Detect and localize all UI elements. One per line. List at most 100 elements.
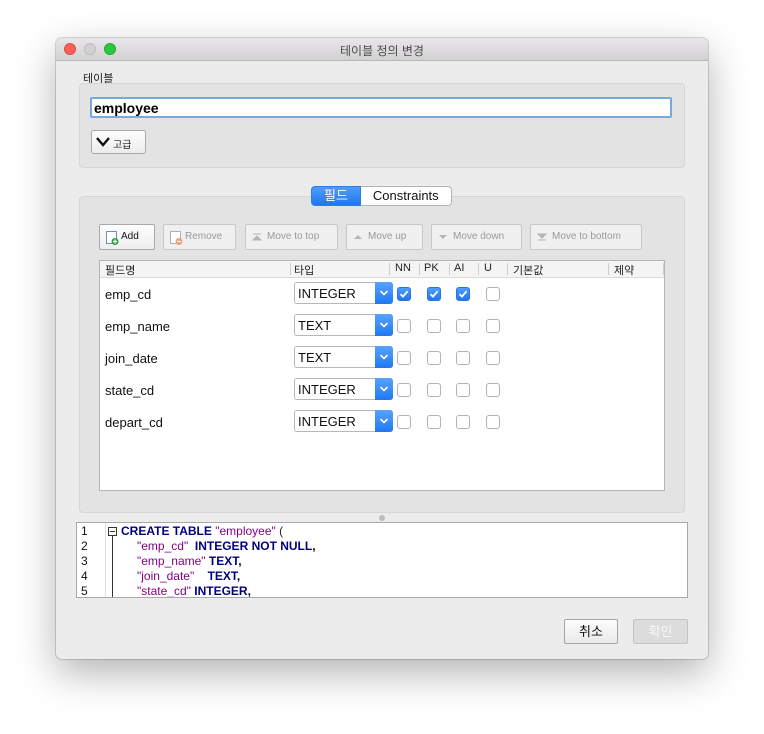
add-field-label: Add (121, 231, 139, 242)
field-type-select[interactable]: INTEGER (294, 378, 393, 400)
table-definition-dialog: 테이블 정의 변경 테이블 employee 고급 필드 Constraints… (56, 38, 708, 659)
advanced-toggle-button[interactable]: 고급 (91, 130, 146, 154)
field-name-cell[interactable]: join_date (105, 351, 158, 366)
field-name-cell[interactable]: emp_cd (105, 287, 151, 302)
field-type-select[interactable]: TEXT (294, 346, 393, 368)
column-header-default[interactable]: 기본값 (513, 262, 543, 278)
ai-checkbox[interactable] (456, 287, 470, 301)
chevron-down-icon (375, 410, 393, 432)
sql-line-2: "emp_cd" INTEGER NOT NULL, (137, 539, 316, 553)
line-number-gutter: 1 2 3 4 5 (77, 523, 106, 597)
splitter-handle[interactable] (379, 515, 385, 521)
column-header-ai[interactable]: AI (454, 262, 464, 274)
line-number: 5 (81, 584, 88, 598)
chevron-down-icon (375, 282, 393, 304)
field-type-select[interactable]: INTEGER (294, 282, 393, 304)
ai-checkbox[interactable] (456, 351, 470, 365)
field-type-value: TEXT (298, 350, 332, 365)
sql-line-3: "emp_name" TEXT, (137, 554, 242, 568)
checkmark-icon (399, 290, 409, 298)
field-type-value: INTEGER (298, 382, 356, 397)
nn-checkbox[interactable] (397, 415, 411, 429)
move-to-top-label: Move to top (267, 231, 320, 242)
tab-bar: 필드 Constraints (311, 186, 452, 206)
u-checkbox[interactable] (486, 383, 500, 397)
line-number: 4 (81, 569, 88, 583)
title-bar: 테이블 정의 변경 (56, 38, 708, 61)
sql-line-1: CREATE TABLE "employee" ( (121, 524, 284, 538)
pk-checkbox[interactable] (427, 319, 441, 333)
table-row[interactable]: emp_name TEXT (100, 310, 664, 342)
fold-guide (112, 536, 113, 597)
table-name-input[interactable]: employee (90, 97, 672, 118)
table-name-group (79, 83, 685, 168)
remove-field-button[interactable]: Remove (163, 224, 236, 250)
u-checkbox[interactable] (486, 415, 500, 429)
pk-checkbox[interactable] (427, 415, 441, 429)
ok-button[interactable]: 확인 (633, 619, 688, 644)
column-header-name[interactable]: 필드명 (105, 262, 135, 278)
move-to-bottom-button[interactable]: Move to bottom (530, 224, 642, 250)
nn-checkbox[interactable] (397, 351, 411, 365)
pk-checkbox[interactable] (427, 351, 441, 365)
move-to-top-button[interactable]: Move to top (245, 224, 338, 250)
u-checkbox[interactable] (486, 287, 500, 301)
pk-checkbox[interactable] (427, 287, 441, 301)
move-up-label: Move up (368, 231, 407, 242)
sql-preview[interactable]: 1 2 3 4 5 CREATE TABLE "employee" ( "emp… (76, 522, 688, 598)
field-type-value: INTEGER (298, 286, 356, 301)
table-row[interactable]: join_date TEXT (100, 342, 664, 374)
field-type-select[interactable]: TEXT (294, 314, 393, 336)
column-header-unique[interactable]: U (484, 262, 492, 274)
move-down-label: Move down (453, 231, 505, 242)
move-to-top-icon (252, 233, 262, 241)
fold-toggle-icon[interactable] (108, 527, 117, 536)
column-header-nn[interactable]: NN (395, 262, 411, 274)
field-type-value: INTEGER (298, 414, 356, 429)
move-up-button[interactable]: Move up (346, 224, 423, 250)
chevron-down-icon (375, 314, 393, 336)
tab-constraints[interactable]: Constraints (360, 186, 452, 206)
pk-checkbox[interactable] (427, 383, 441, 397)
add-field-button[interactable]: Add (99, 224, 155, 250)
field-name-cell[interactable]: depart_cd (105, 415, 163, 430)
checkmark-icon (429, 290, 439, 298)
u-checkbox[interactable] (486, 351, 500, 365)
tab-fields[interactable]: 필드 (311, 186, 361, 206)
fields-table: 필드명 타입 NN PK AI U 기본값 제약 emp_cd INTEGER em… (99, 260, 665, 491)
chevron-down-icon (375, 346, 393, 368)
move-down-icon (439, 235, 447, 239)
ai-checkbox[interactable] (456, 319, 470, 333)
field-type-value: TEXT (298, 318, 332, 333)
table-row[interactable]: state_cd INTEGER (100, 374, 664, 406)
chevron-down-icon (375, 378, 393, 400)
move-to-bottom-icon (537, 233, 547, 241)
line-number: 3 (81, 554, 88, 568)
remove-field-label: Remove (185, 231, 223, 242)
ai-checkbox[interactable] (456, 415, 470, 429)
field-type-select[interactable]: INTEGER (294, 410, 393, 432)
nn-checkbox[interactable] (397, 287, 411, 301)
cancel-button[interactable]: 취소 (564, 619, 618, 644)
sql-line-5: "state_cd" INTEGER, (137, 584, 251, 598)
ai-checkbox[interactable] (456, 383, 470, 397)
column-header-pk[interactable]: PK (424, 262, 439, 274)
move-to-bottom-label: Move to bottom (552, 231, 621, 242)
checkmark-icon (458, 290, 468, 298)
sql-line-4: "join_date" TEXT, (137, 569, 241, 583)
remove-field-icon (170, 231, 183, 245)
line-number: 2 (81, 539, 88, 553)
field-name-cell[interactable]: emp_name (105, 319, 170, 334)
move-down-button[interactable]: Move down (431, 224, 522, 250)
table-row[interactable]: depart_cd INTEGER (100, 406, 664, 438)
advanced-label: 고급 (113, 140, 132, 151)
nn-checkbox[interactable] (397, 319, 411, 333)
field-name-cell[interactable]: state_cd (105, 383, 154, 398)
table-header: 필드명 타입 NN PK AI U 기본값 제약 (100, 261, 664, 278)
add-field-icon (106, 231, 119, 245)
column-header-constraint[interactable]: 제약 (614, 262, 634, 278)
nn-checkbox[interactable] (397, 383, 411, 397)
column-header-type[interactable]: 타입 (294, 262, 314, 278)
table-row[interactable]: emp_cd INTEGER (100, 278, 664, 310)
u-checkbox[interactable] (486, 319, 500, 333)
